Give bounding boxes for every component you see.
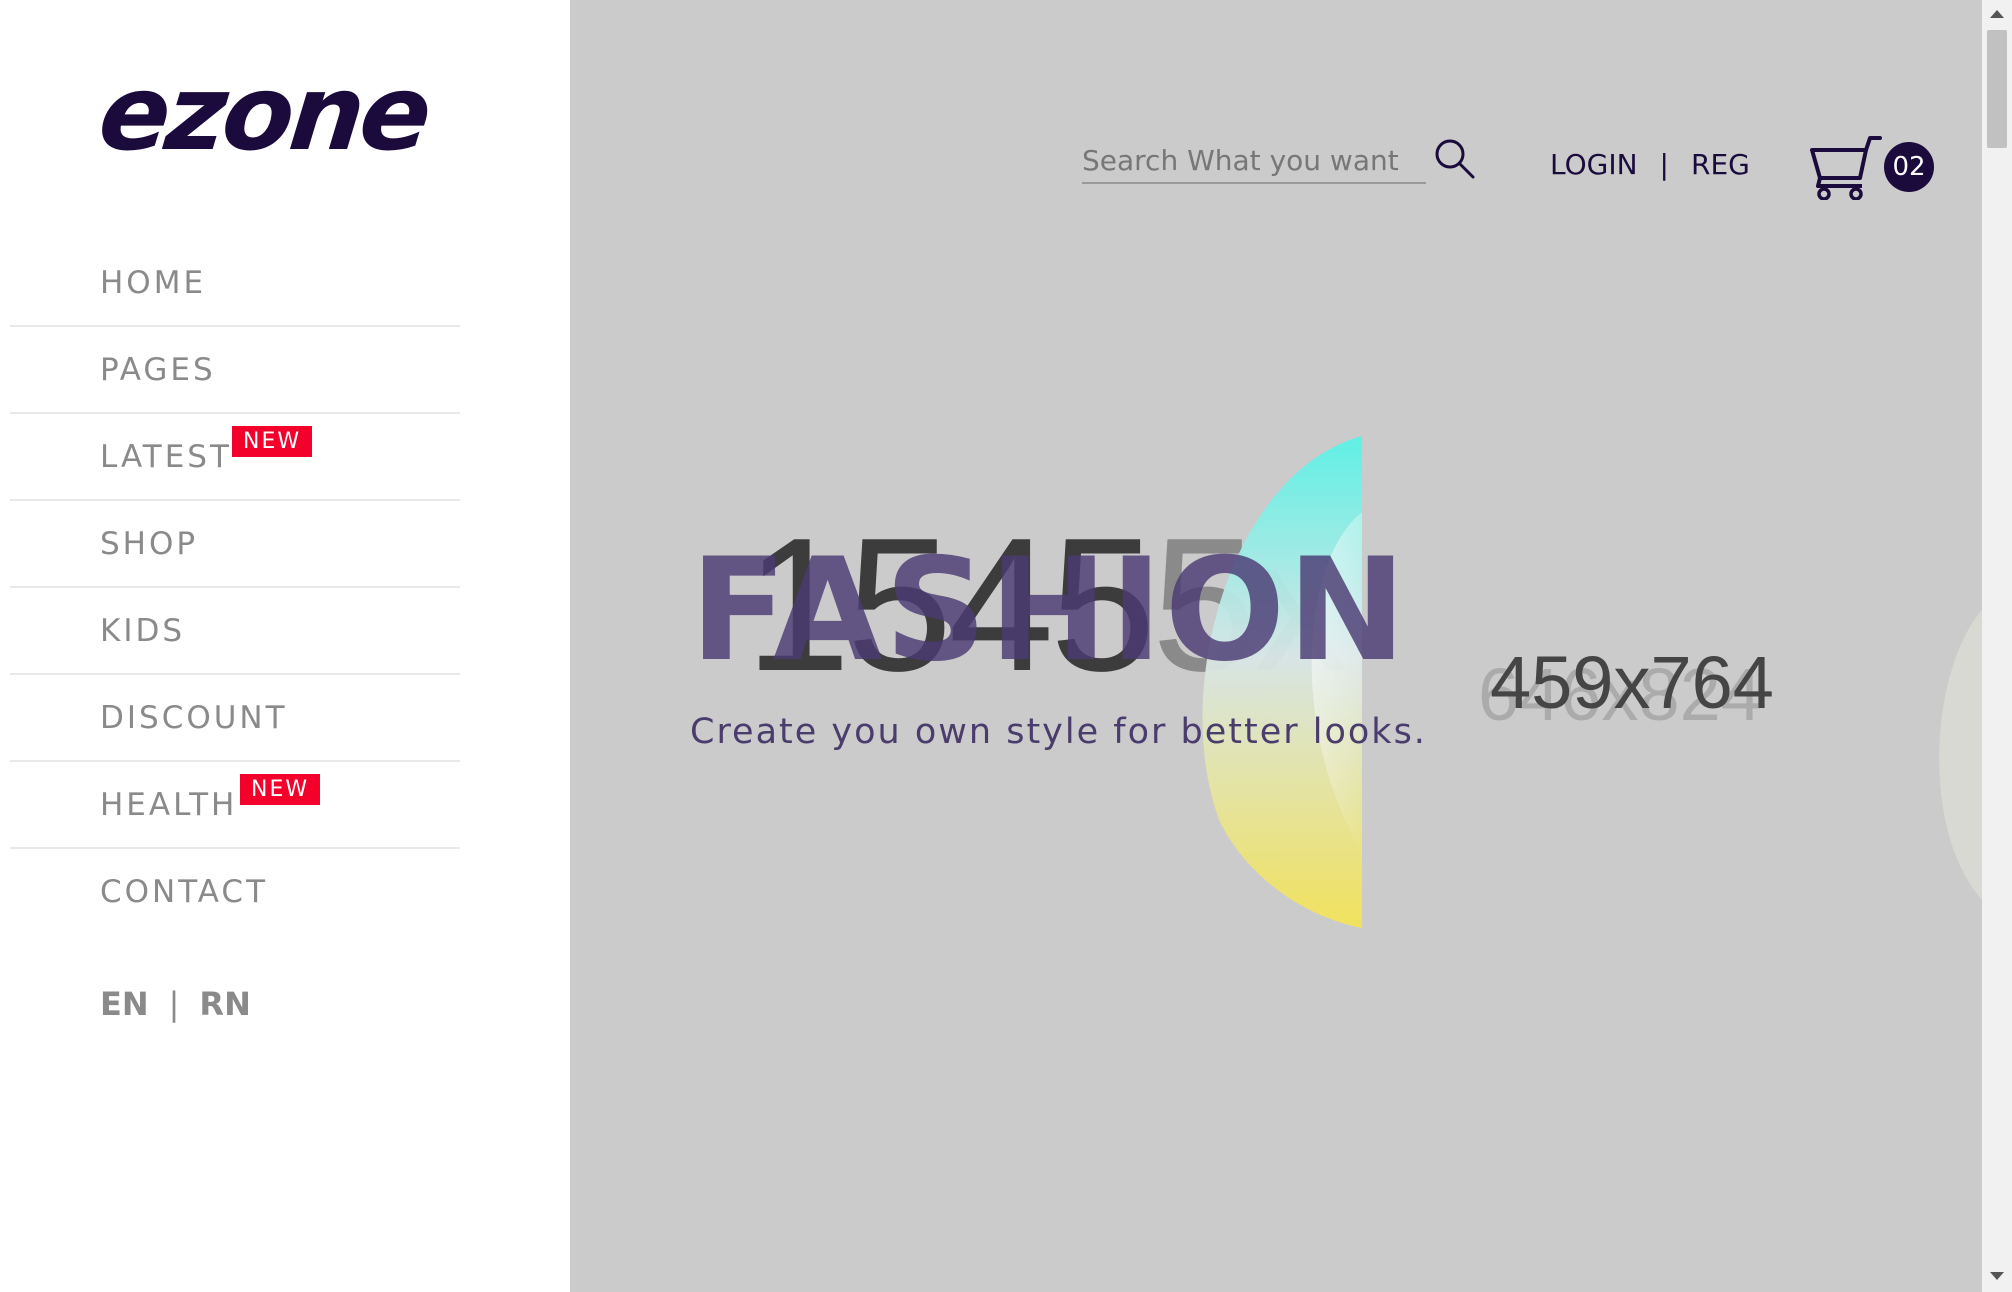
search-icon[interactable] bbox=[1432, 136, 1478, 182]
nav-item-shop[interactable]: SHOP bbox=[10, 501, 460, 588]
cart-icon[interactable] bbox=[1806, 136, 1886, 200]
nav-item-health[interactable]: HEALTH NEW bbox=[10, 762, 460, 849]
logo[interactable]: ezone bbox=[94, 52, 434, 174]
hero-slider[interactable]: 15455x 646x824 459x764 bbox=[570, 200, 1982, 1292]
nav-item-latest[interactable]: LATEST NEW bbox=[10, 414, 460, 501]
nav-item-label: KIDS bbox=[100, 612, 186, 649]
main-nav: HOME PAGES LATEST NEW SHOP KIDS DISCOUNT… bbox=[10, 240, 460, 934]
language-switcher: EN | RN bbox=[100, 985, 251, 1023]
nav-item-contact[interactable]: CONTACT bbox=[10, 849, 460, 934]
new-badge: NEW bbox=[232, 426, 313, 457]
cart-count-badge: 02 bbox=[1884, 142, 1934, 192]
nav-item-label: PAGES bbox=[100, 351, 216, 388]
sidebar: ezone HOME PAGES LATEST NEW SHOP KIDS DI… bbox=[0, 0, 570, 1292]
nav-item-label: CONTACT bbox=[100, 873, 269, 910]
hero-subtitle: Create you own style for better looks. bbox=[690, 712, 1427, 752]
language-option-rn[interactable]: RN bbox=[199, 985, 250, 1023]
search-box bbox=[1082, 140, 1426, 184]
login-link[interactable]: LOGIN bbox=[1550, 148, 1638, 181]
language-separator: | bbox=[168, 985, 180, 1023]
register-link[interactable]: REG bbox=[1691, 148, 1750, 181]
scroll-thumb[interactable] bbox=[1987, 30, 2007, 148]
hero-placeholder-right: 646x824 459x764 bbox=[1478, 640, 1774, 736]
scroll-up-arrow-icon[interactable] bbox=[1990, 10, 2004, 18]
nav-item-label: LATEST bbox=[100, 438, 232, 475]
main-content: 15455x 646x824 459x764 bbox=[570, 0, 1982, 1292]
header: LOGIN | REG 02 bbox=[570, 0, 1982, 200]
logo-text: ezone bbox=[93, 52, 434, 174]
hero-title: FASHION bbox=[690, 528, 1409, 693]
scrollbar[interactable] bbox=[1982, 0, 2012, 1292]
auth-divider: | bbox=[1659, 148, 1669, 181]
search-input[interactable] bbox=[1082, 140, 1426, 180]
hero-placeholder-right-text: 459x764 bbox=[1490, 641, 1774, 724]
next-slide-peek bbox=[1939, 610, 1982, 900]
nav-item-label: SHOP bbox=[100, 525, 199, 562]
nav-item-label: DISCOUNT bbox=[100, 699, 288, 736]
nav-item-pages[interactable]: PAGES bbox=[10, 327, 460, 414]
nav-item-discount[interactable]: DISCOUNT bbox=[10, 675, 460, 762]
nav-item-home[interactable]: HOME bbox=[10, 240, 460, 327]
nav-item-label: HEALTH bbox=[100, 786, 238, 823]
nav-item-kids[interactable]: KIDS bbox=[10, 588, 460, 675]
new-badge: NEW bbox=[240, 774, 321, 805]
nav-item-label: HOME bbox=[100, 264, 207, 301]
auth-links: LOGIN | REG bbox=[1550, 148, 1750, 181]
scroll-down-arrow-icon[interactable] bbox=[1990, 1272, 2004, 1280]
language-option-en[interactable]: EN bbox=[100, 985, 149, 1023]
